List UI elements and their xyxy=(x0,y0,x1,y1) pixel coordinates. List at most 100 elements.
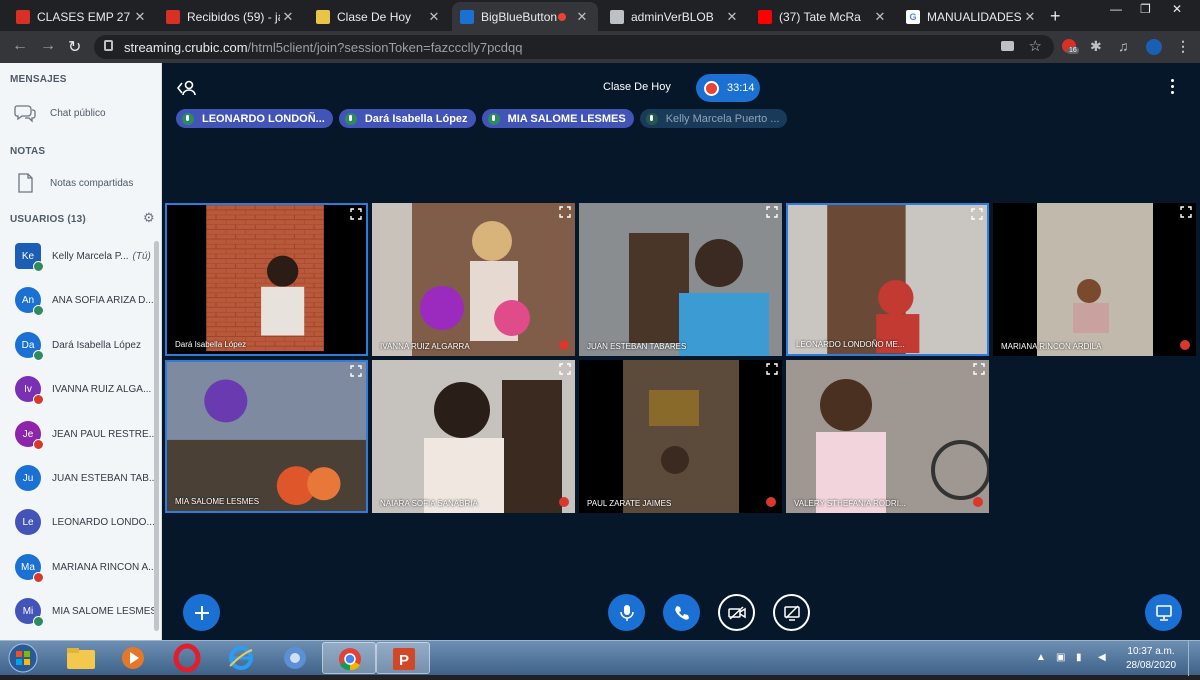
reload-icon[interactable]: ↻ xyxy=(68,37,81,57)
video-user-name[interactable]: JUAN ESTEBAN TABARES xyxy=(587,342,686,351)
close-tab-icon[interactable]: ✕ xyxy=(574,9,590,25)
video-user-name[interactable]: LEONARDO LONDOÑO ME... xyxy=(796,340,904,349)
browser-tab[interactable]: Clase De Hoy ✕ xyxy=(308,2,450,31)
public-chat-item[interactable]: Chat público xyxy=(14,102,106,124)
browser-tab[interactable]: BigBlueButton - ✕ xyxy=(452,2,598,31)
browser-tab[interactable]: CLASES EMP 27 AG✕ xyxy=(8,2,156,31)
browser-tab[interactable]: (37) Tate McRa ✕ xyxy=(750,2,896,31)
user-list-item[interactable]: Da Dará Isabella López xyxy=(15,330,163,361)
user-list-item[interactable]: Je JEAN PAUL RESTRE... xyxy=(15,419,163,450)
video-tile[interactable]: VALERY STHEFANIA RODRI... xyxy=(786,360,989,513)
close-tab-icon[interactable]: ✕ xyxy=(426,9,442,25)
system-clock[interactable]: 10:37 a.m. 28/08/2020 xyxy=(1126,645,1176,673)
video-user-name[interactable]: VALERY STHEFANIA RODRI... xyxy=(794,499,906,508)
fullscreen-icon[interactable] xyxy=(973,363,985,375)
video-tile[interactable]: LEONARDO LONDOÑO ME... xyxy=(786,203,989,356)
fullscreen-icon[interactable] xyxy=(766,363,778,375)
user-list-item[interactable]: Ke Kelly Marcela P... (Tú) xyxy=(15,241,163,272)
video-tile[interactable]: PAUL ZARATE JAIMES xyxy=(579,360,782,513)
fullscreen-icon[interactable] xyxy=(559,206,571,218)
avatar: Iv xyxy=(15,376,44,405)
address-bar[interactable]: streaming.crubic.com/html5client/join?se… xyxy=(94,35,1054,59)
browser-tab[interactable]: Recibidos (59) - jar ✕ xyxy=(158,2,304,31)
profile-avatar[interactable] xyxy=(1146,39,1162,55)
video-user-name[interactable]: PAUL ZARATE JAIMES xyxy=(587,499,671,508)
browser-tab[interactable]: G MANUALIDADES C✕ xyxy=(898,2,1046,31)
camera-off-button[interactable] xyxy=(718,594,755,631)
user-list-item[interactable]: Le LEONARDO LONDO... xyxy=(15,507,163,537)
audio-phone-button[interactable] xyxy=(663,594,700,631)
url-text[interactable]: streaming.crubic.com/html5client/join?se… xyxy=(124,40,523,55)
avatar-initials: Je xyxy=(22,428,34,440)
video-tile[interactable]: NAIARA SOFIA SANABRIA xyxy=(372,360,575,513)
show-desktop-button[interactable] xyxy=(1188,641,1200,676)
taskbar-media[interactable] xyxy=(106,642,160,674)
extensions-puzzle-icon[interactable]: ✱ xyxy=(1090,38,1102,55)
fullscreen-icon[interactable] xyxy=(350,208,362,220)
volume-icon[interactable]: ◀ xyxy=(1098,652,1106,663)
taskbar-explorer[interactable] xyxy=(54,642,108,674)
gmail-icon xyxy=(166,9,180,24)
video-tile[interactable]: IVANNA RUIZ ALGARRA xyxy=(372,203,575,356)
video-tile[interactable]: MARIANA RINCON ARDILA xyxy=(993,203,1196,356)
video-user-name[interactable]: IVANNA RUIZ ALGARRA xyxy=(380,342,470,351)
gear-icon[interactable]: ⚙ xyxy=(143,210,155,226)
shared-notes-item[interactable]: Notas compartidas xyxy=(14,172,133,194)
user-list-item[interactable]: An ANA SOFIA ARIZA D... xyxy=(15,285,163,316)
browser-menu-icon[interactable]: ⋮ xyxy=(1176,38,1190,55)
talking-indicator[interactable]: MIA SALOME LESMES xyxy=(481,109,634,128)
close-tab-icon[interactable]: ✕ xyxy=(132,9,148,25)
fullscreen-icon[interactable] xyxy=(559,363,571,375)
video-off-icon xyxy=(727,605,746,620)
options-menu-icon[interactable] xyxy=(1169,79,1175,97)
user-list-item[interactable]: Iv IVANNA RUIZ ALGA... xyxy=(15,374,163,405)
restore-icon[interactable]: ❐ xyxy=(1140,2,1151,16)
video-user-name[interactable]: MARIANA RINCON ARDILA xyxy=(1001,342,1101,351)
fullscreen-icon[interactable] xyxy=(971,208,983,220)
close-tab-icon[interactable]: ✕ xyxy=(872,9,888,25)
video-tile[interactable]: MIA SALOME LESMES xyxy=(165,360,368,513)
talking-indicator[interactable]: LEONARDO LONDOÑ... xyxy=(176,109,333,128)
microphone-button[interactable] xyxy=(608,594,645,631)
close-tab-icon[interactable]: ✕ xyxy=(1022,9,1038,25)
user-list-item[interactable]: Mi MIA SALOME LESMES xyxy=(15,596,163,627)
bookmark-star-icon[interactable]: ☆ xyxy=(1029,37,1042,55)
sidebar-scrollbar[interactable] xyxy=(154,241,159,631)
taskbar-chromium[interactable] xyxy=(268,642,322,674)
camera-indicator-icon[interactable] xyxy=(1001,41,1014,51)
forward-icon[interactable]: → xyxy=(40,37,56,55)
talking-indicator[interactable]: Dará Isabella López xyxy=(338,109,476,128)
toggle-userlist-icon[interactable] xyxy=(177,79,197,97)
screenshare-off-button[interactable] xyxy=(773,594,810,631)
taskbar-opera[interactable] xyxy=(160,642,214,674)
new-tab-button[interactable]: + xyxy=(1050,6,1061,27)
fullscreen-icon[interactable] xyxy=(1180,206,1192,218)
windows-start-icon[interactable] xyxy=(4,641,42,676)
taskbar-chrome[interactable] xyxy=(322,642,376,674)
minimize-icon[interactable]: — xyxy=(1110,2,1122,16)
fullscreen-icon[interactable] xyxy=(766,206,778,218)
video-user-name[interactable]: NAIARA SOFIA SANABRIA xyxy=(380,499,478,508)
fullscreen-icon[interactable] xyxy=(350,365,362,377)
browser-tab[interactable]: adminVerBLOB ✕ xyxy=(602,2,748,31)
user-list-item[interactable]: Ma MARIANA RINCON A... xyxy=(15,552,163,583)
close-window-icon[interactable]: ✕ xyxy=(1172,2,1182,16)
recording-indicator[interactable]: 33:14 xyxy=(696,74,760,102)
media-control-icon[interactable]: ♫ xyxy=(1118,38,1129,54)
close-tab-icon[interactable]: ✕ xyxy=(724,9,740,25)
tray-arrow-icon[interactable]: ▲ xyxy=(1036,652,1046,663)
actions-button[interactable] xyxy=(183,594,220,631)
close-tab-icon[interactable]: ✕ xyxy=(280,9,296,25)
video-user-name[interactable]: MIA SALOME LESMES xyxy=(175,497,259,506)
presentation-button[interactable] xyxy=(1145,594,1182,631)
back-icon[interactable]: ← xyxy=(12,37,28,55)
network-icon[interactable]: ▮ xyxy=(1076,652,1082,663)
taskbar-ie[interactable] xyxy=(214,642,268,674)
user-list-item[interactable]: Ju JUAN ESTEBAN TAB... xyxy=(15,463,163,493)
video-tile[interactable]: JUAN ESTEBAN TABARES xyxy=(579,203,782,356)
tray-device-icon[interactable]: ▣ xyxy=(1056,652,1065,663)
taskbar-powerpoint[interactable]: P xyxy=(376,642,430,674)
talking-indicator[interactable]: Kelly Marcela Puerto ... xyxy=(639,109,788,128)
video-user-name[interactable]: Dará Isabella López xyxy=(175,340,246,349)
video-tile[interactable]: Dará Isabella López xyxy=(165,203,368,356)
